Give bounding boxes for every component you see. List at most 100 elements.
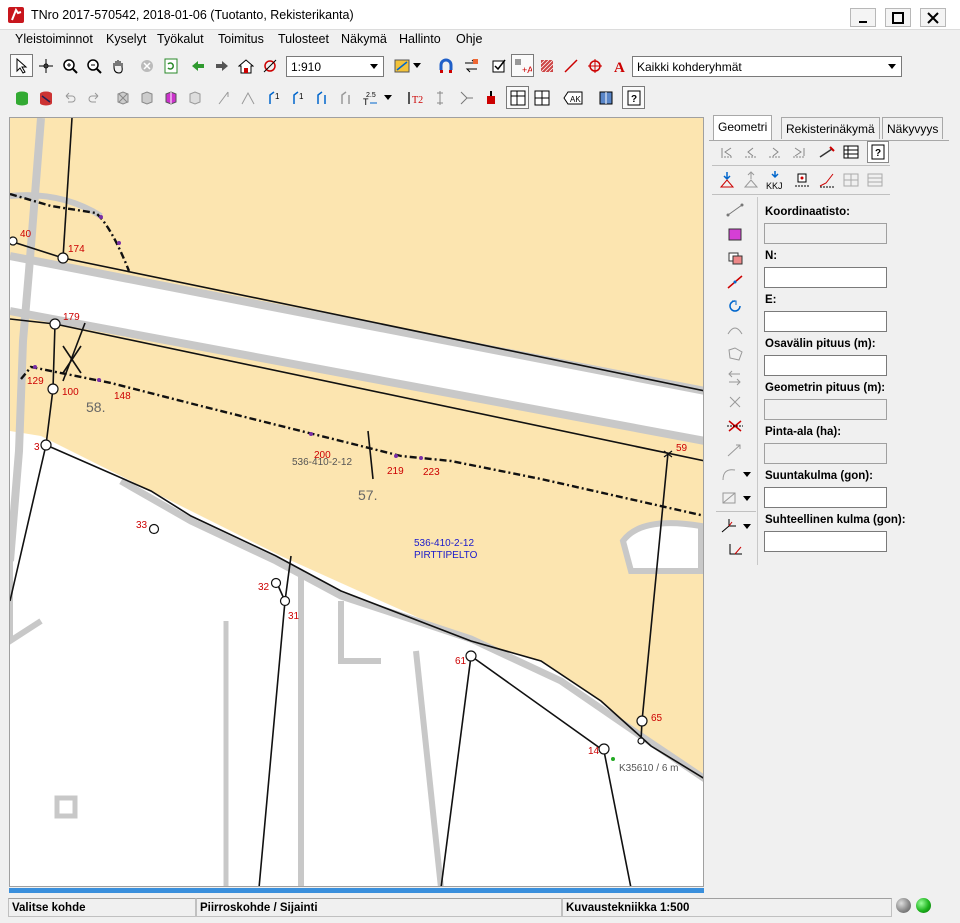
tool-arc-dropdown[interactable] (740, 463, 754, 485)
crosshair-button[interactable] (34, 54, 57, 77)
delete-db-button[interactable] (34, 86, 57, 109)
text-button[interactable]: A (607, 54, 630, 77)
tool-branch[interactable] (718, 515, 740, 537)
next-button[interactable] (764, 141, 786, 163)
snap-point-button[interactable] (791, 169, 813, 191)
menu-hallinto[interactable]: Hallinto (399, 32, 441, 46)
relative-angle-field[interactable] (764, 531, 887, 552)
home-button[interactable] (234, 54, 257, 77)
locate-button[interactable] (258, 54, 281, 77)
point-1b-button[interactable]: 1 (287, 86, 310, 109)
point-1-button[interactable]: 1 (263, 86, 286, 109)
check-button[interactable] (487, 54, 510, 77)
tool-offset[interactable] (724, 539, 746, 561)
tab-rekisterinakyma[interactable]: Rekisterinäkymä (781, 117, 880, 139)
label-toggle-button[interactable]: +A (511, 54, 534, 77)
tab-nakyvyys[interactable]: Näkyvyys (882, 117, 944, 139)
import-points-button[interactable] (716, 169, 738, 191)
feature-group-select[interactable]: Kaikki kohderyhmät (632, 56, 902, 77)
eraser-button[interactable] (479, 86, 502, 109)
grid-a-button[interactable] (840, 169, 862, 191)
minimize-button[interactable] (850, 8, 876, 27)
vertical-text-button[interactable] (428, 86, 451, 109)
close-button[interactable] (920, 8, 946, 27)
point-2-button[interactable] (311, 86, 334, 109)
curve-point-button[interactable] (816, 169, 838, 191)
e-field[interactable] (764, 311, 887, 332)
zoom-in-button[interactable] (58, 54, 81, 77)
redo-button[interactable] (82, 86, 105, 109)
eraser-icon (486, 90, 495, 104)
ak-button[interactable]: AK (562, 86, 585, 109)
zoom-out-button[interactable] (82, 54, 105, 77)
back-button[interactable] (186, 54, 209, 77)
panel-help-button[interactable]: ? (867, 141, 889, 163)
tool-polygon-outline[interactable] (724, 343, 746, 365)
line-button[interactable] (559, 54, 582, 77)
measure-button[interactable] (212, 86, 235, 109)
grid-b-button[interactable] (864, 169, 886, 191)
feature-shape-button[interactable] (135, 86, 158, 109)
previous-button[interactable] (740, 141, 762, 163)
tool-rectangle[interactable] (718, 487, 740, 509)
undo-button[interactable] (58, 86, 81, 109)
forward-button[interactable] (210, 54, 233, 77)
tool-branch-dropdown[interactable] (740, 515, 754, 537)
tool-rotate[interactable] (724, 295, 746, 317)
tool-arc[interactable] (718, 463, 740, 485)
tool-line-segment[interactable] (724, 199, 746, 221)
menu-toimitus[interactable]: Toimitus (218, 32, 264, 46)
pan-button[interactable] (106, 54, 129, 77)
map-view[interactable]: 40 174 179 129 100 148 3 200 219 223 59 … (9, 117, 704, 887)
menu-tulosteet[interactable]: Tulosteet (278, 32, 329, 46)
stop-button[interactable] (135, 54, 158, 77)
hatch-button[interactable] (535, 54, 558, 77)
first-button[interactable] (716, 141, 738, 163)
text-t2-button[interactable]: T2 (404, 86, 427, 109)
segment-length-field[interactable] (764, 355, 887, 376)
layer-dropdown[interactable] (410, 54, 424, 77)
export-points-button[interactable] (740, 169, 762, 191)
tab-geometri[interactable]: Geometri (713, 115, 773, 140)
azimuth-field[interactable] (764, 487, 887, 508)
save-db-button[interactable] (10, 86, 33, 109)
scale-select[interactable]: 1:910 (286, 56, 384, 77)
menu-ohje[interactable]: Ohje (456, 32, 482, 46)
maximize-button[interactable] (885, 8, 911, 27)
grid-view-button[interactable] (530, 86, 553, 109)
menu-tyokalut[interactable]: Työkalut (157, 32, 204, 46)
select-arrow-button[interactable] (10, 54, 33, 77)
erase-line-button[interactable] (455, 86, 478, 109)
feature-color-button[interactable] (159, 86, 182, 109)
transfer-button[interactable] (459, 54, 482, 77)
tool-move-vertex[interactable] (724, 367, 746, 389)
attribute-table-button[interactable] (840, 141, 862, 163)
menu-kyselyt[interactable]: Kyselyt (106, 32, 146, 46)
split-view-button[interactable] (506, 86, 529, 109)
point-3-button[interactable] (335, 86, 358, 109)
last-button[interactable] (788, 141, 810, 163)
tool-rectangle-dropdown[interactable] (740, 487, 754, 509)
tool-polygon-fill[interactable] (724, 223, 746, 245)
text-size-dropdown[interactable] (381, 86, 395, 109)
tool-delete-vertex[interactable] (724, 391, 746, 413)
n-field[interactable] (764, 267, 887, 288)
tool-extend[interactable] (724, 439, 746, 461)
refresh-button[interactable] (159, 54, 182, 77)
menu-nakyma[interactable]: Näkymä (341, 32, 387, 46)
snap-button[interactable] (434, 54, 457, 77)
book-button[interactable] (594, 86, 617, 109)
tool-draw-line[interactable] (724, 271, 746, 293)
tool-curve[interactable] (724, 319, 746, 341)
angle-button[interactable] (236, 86, 259, 109)
tool-polygon-copy[interactable] (724, 247, 746, 269)
map-canvas[interactable]: 40 174 179 129 100 148 3 200 219 223 59 … (10, 118, 704, 887)
edit-geometry-button[interactable] (816, 141, 838, 163)
feature-list-button[interactable] (183, 86, 206, 109)
text-size-button[interactable]: 2.5 T (359, 86, 382, 109)
tool-cut[interactable] (724, 415, 746, 437)
point-button[interactable] (583, 54, 606, 77)
delete-feature-button[interactable] (111, 86, 134, 109)
help-button[interactable]: ? (622, 86, 645, 109)
menu-yleistoiminnot[interactable]: Yleistoiminnot (15, 32, 93, 46)
